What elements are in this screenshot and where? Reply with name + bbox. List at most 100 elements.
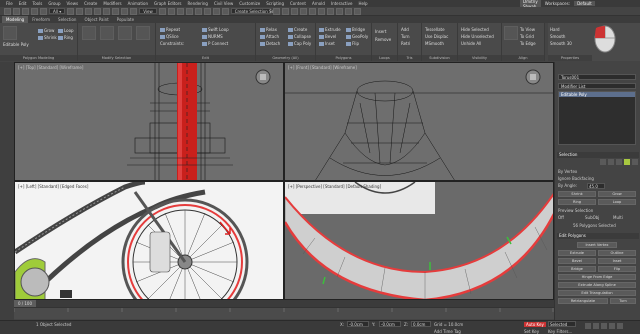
retri-button[interactable]: Retri — [401, 41, 410, 46]
viewport-front[interactable]: [+] [Front] [Standard] [Wireframe] — [284, 62, 554, 181]
y-coord-field[interactable]: -0.0cm — [379, 321, 401, 327]
nurms-button[interactable]: NURMS — [202, 34, 223, 39]
preview-off-radio[interactable]: Off — [558, 215, 564, 220]
by-angle-value[interactable]: 45.0 — [587, 183, 605, 189]
undo-icon[interactable] — [4, 7, 11, 15]
menu-item-scripting[interactable]: Scripting — [266, 1, 284, 6]
zoom-all-icon[interactable] — [593, 323, 599, 329]
to-edge-button[interactable]: To Edge — [520, 41, 536, 46]
loop-selection-icon[interactable] — [118, 26, 132, 40]
menu-item-views[interactable]: Views — [67, 1, 79, 6]
hard-button[interactable]: Hard — [550, 27, 560, 32]
menu-item-tools[interactable]: Tools — [32, 1, 42, 6]
flip-button[interactable]: Flip — [346, 41, 359, 46]
selection-filter-dropdown[interactable]: All ▾ — [49, 8, 66, 14]
grow-button[interactable]: Grow — [38, 28, 54, 33]
edit-triangulation-button[interactable]: Edit Triangulation — [558, 290, 636, 296]
layer-explorer-icon[interactable] — [299, 7, 307, 15]
qslice-button[interactable]: QSlice — [160, 34, 179, 39]
menu-item-civil-view[interactable]: Civil View — [214, 1, 233, 6]
msmooth-button[interactable]: MSmooth — [425, 41, 444, 46]
mirror-icon[interactable] — [272, 7, 280, 15]
outline-button-panel[interactable]: Outline — [598, 250, 636, 256]
shrink-button[interactable]: Shrink — [38, 35, 57, 40]
selection-rollout-header[interactable]: Selection — [557, 152, 639, 158]
detach-button[interactable]: Detach — [260, 41, 280, 46]
x-coord-field[interactable]: -0.0cm — [347, 321, 369, 327]
edge-mode-icon[interactable] — [608, 159, 614, 165]
modifier-list-dropdown[interactable]: Modifier List — [558, 83, 636, 89]
track-bar[interactable] — [14, 307, 554, 319]
grow-button-panel[interactable]: Grow — [598, 191, 636, 197]
ring-button-panel[interactable]: Ring — [558, 199, 596, 205]
retriangulate-button[interactable]: Retriangulate — [558, 298, 608, 304]
select-by-name-icon[interactable] — [76, 7, 84, 15]
keyboard-shortcut-icon[interactable] — [176, 7, 184, 15]
selected-dropdown[interactable]: Selected — [548, 321, 576, 327]
named-selection-dropdown[interactable]: Create Selection Se — [230, 8, 274, 14]
menu-item-interactive[interactable]: Interactive — [331, 1, 353, 6]
orbit-icon[interactable] — [609, 323, 615, 329]
ribbon-tab-freeform[interactable]: Freeform — [28, 16, 54, 23]
bevel-button[interactable]: Bevel — [319, 34, 336, 39]
preview-multi-radio[interactable]: Multi — [613, 215, 623, 220]
menu-item-graph-editors[interactable]: Graph Editors — [154, 1, 181, 6]
window-crossing-icon[interactable] — [94, 7, 102, 15]
select-object-icon[interactable] — [67, 7, 75, 15]
edit-named-selection-icon[interactable] — [221, 7, 229, 15]
attach-button[interactable]: Attach — [260, 34, 279, 39]
p-connect-button[interactable]: P Connect — [202, 41, 228, 46]
collapse-button[interactable]: Collapse — [288, 34, 311, 39]
object-name-field[interactable]: Torus001 — [558, 74, 636, 80]
snaps-toggle-icon[interactable] — [185, 7, 193, 15]
viewport-perspective-label[interactable]: [+] [Perspective] [Standard] [Default Sh… — [288, 184, 381, 189]
remove-loop-button[interactable]: Remove — [375, 37, 391, 42]
loop-button[interactable]: Loop — [58, 28, 74, 33]
viewport-left[interactable]: [+] [Left] [Standard] [Edged Faces] — [14, 181, 284, 300]
ring-selection-icon[interactable] — [136, 26, 150, 40]
create-button[interactable]: Create — [288, 27, 307, 32]
menu-item-group[interactable]: Group — [48, 1, 60, 6]
repeat-button[interactable]: Repeat — [160, 27, 180, 32]
curve-editor-icon[interactable] — [308, 7, 316, 15]
ring-button[interactable]: Ring — [58, 35, 73, 40]
time-slider[interactable]: 0 / 100 — [14, 300, 554, 307]
extrude-along-spline-button[interactable]: Extrude Along Spline — [558, 282, 636, 288]
menu-item-rendering[interactable]: Rendering — [188, 1, 208, 6]
smooth-button[interactable]: Smooth — [550, 34, 565, 39]
use-displac-button[interactable]: Use Displac — [425, 34, 448, 39]
pan-icon[interactable] — [601, 323, 607, 329]
add-tri-button[interactable]: Add — [401, 27, 409, 32]
select-manipulate-icon[interactable] — [167, 7, 175, 15]
placement-icon[interactable] — [130, 7, 138, 15]
maximize-viewport-icon[interactable] — [617, 323, 623, 329]
border-mode-icon[interactable] — [616, 159, 622, 165]
turn-tri-button[interactable]: Turn — [401, 34, 409, 39]
menu-item-modifiers[interactable]: Modifiers — [103, 1, 121, 6]
reference-coordinate-dropdown[interactable]: View — [139, 8, 157, 14]
time-slider-thumb[interactable]: 0 / 100 — [14, 300, 36, 307]
extrude-button-panel[interactable]: Extrude — [558, 250, 596, 256]
shrink-selection-icon[interactable] — [100, 26, 114, 40]
to-grid-button[interactable]: To Grid — [520, 34, 534, 39]
cap-poly-button[interactable]: Cap Poly — [288, 41, 311, 46]
set-key-button[interactable]: Set Key — [524, 329, 539, 334]
loop-button-panel[interactable]: Loop — [598, 199, 636, 205]
menu-item-content[interactable]: Content — [290, 1, 306, 6]
toggle-scene-explorer-icon[interactable] — [290, 7, 298, 15]
stack-item-editable-poly[interactable]: Editable Poly — [559, 92, 635, 97]
ribbon-tab-populate[interactable]: Populate — [113, 16, 138, 23]
shrink-button-panel[interactable]: Shrink — [558, 191, 596, 197]
bridge-button-panel[interactable]: Bridge — [558, 266, 596, 272]
insert-vertex-button[interactable]: Insert Vertex — [577, 242, 617, 248]
hide-selected-button[interactable]: Hide Selected — [461, 27, 489, 32]
workspace-dropdown[interactable]: Default — [574, 1, 595, 6]
tessellate-button[interactable]: Tessellate — [425, 27, 445, 32]
inset-button-panel[interactable]: Inset — [598, 258, 636, 264]
smooth-30-button[interactable]: Smooth 30 — [550, 41, 572, 46]
ribbon-tab-modeling[interactable]: Modeling — [2, 16, 29, 23]
schematic-view-icon[interactable] — [317, 7, 325, 15]
percent-snap-icon[interactable] — [203, 7, 211, 15]
geopoly-button[interactable]: GeoPoly — [346, 34, 368, 39]
menu-item-animation[interactable]: Animation — [128, 1, 148, 6]
